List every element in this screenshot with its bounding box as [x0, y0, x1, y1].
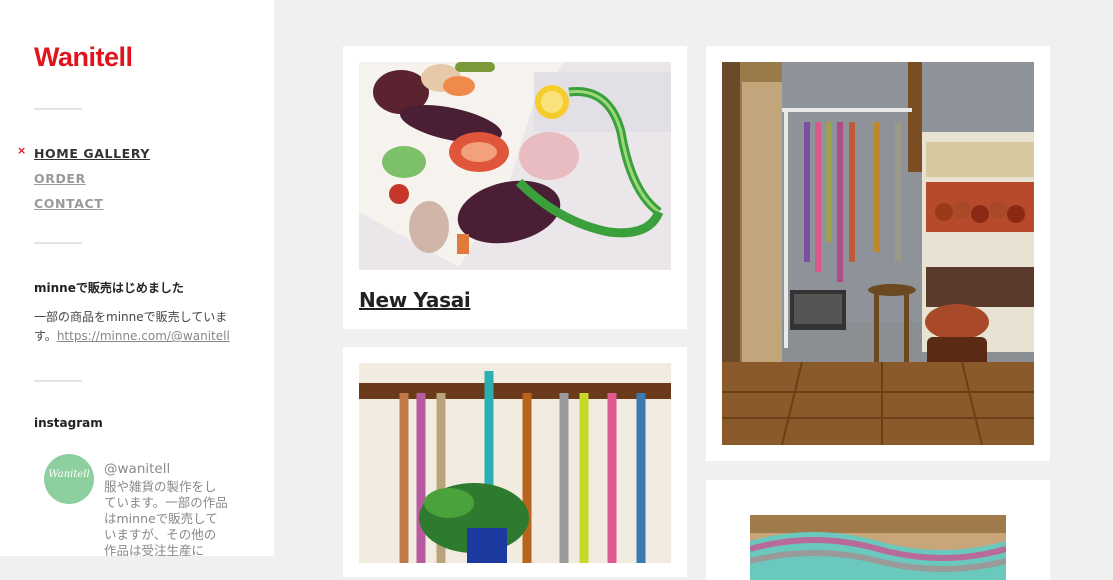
minne-link[interactable]: https://minne.com/@wanitell — [57, 329, 230, 343]
sidebar: Wanitell × HOME GALLERY ORDER CONTACT mi… — [0, 0, 274, 556]
minne-widget-text: 一部の商品をminneで販売しています。https://minne.com/@w… — [34, 308, 244, 346]
nav-link-contact[interactable]: CONTACT — [34, 196, 103, 211]
nav-link-home-gallery[interactable]: HOME GALLERY — [34, 146, 150, 161]
post-title[interactable]: New Yasai — [359, 288, 471, 312]
minne-widget-title: minneで販売はじめました — [34, 281, 184, 295]
post-image[interactable] — [359, 62, 671, 270]
avatar-text: Wanitell — [48, 469, 90, 480]
divider — [34, 380, 82, 382]
active-marker-icon: × — [17, 144, 27, 157]
site-logo[interactable]: Wanitell — [34, 42, 133, 73]
gallery-post: New Yasai — [343, 46, 687, 329]
instagram-handle[interactable]: @wanitell — [104, 461, 170, 477]
gallery-post — [706, 480, 1050, 580]
nav-item-contact: CONTACT — [34, 193, 150, 218]
tote-bag-photo — [359, 62, 671, 270]
nav-link-order[interactable]: ORDER — [34, 171, 86, 186]
gallery-post — [343, 347, 687, 577]
main-nav: × HOME GALLERY ORDER CONTACT — [17, 143, 150, 218]
nav-item-order: ORDER — [34, 168, 150, 193]
nav-item-home-gallery: × HOME GALLERY — [17, 143, 150, 168]
gallery-post — [706, 46, 1050, 461]
macrame-wall-photo — [359, 363, 671, 563]
post-image[interactable] — [750, 515, 1006, 580]
shop-corner-photo — [722, 62, 1034, 445]
divider — [34, 242, 82, 244]
post-image[interactable] — [722, 62, 1034, 445]
macrame-closeup-photo — [750, 515, 1006, 580]
divider — [34, 108, 82, 110]
instagram-bio: 服や雑貨の製作をしています。一部の作品はminneで販売していますが、その他の作… — [104, 479, 228, 556]
instagram-avatar[interactable]: Wanitell — [44, 454, 94, 504]
instagram-widget-title: instagram — [34, 416, 103, 430]
post-image[interactable] — [359, 363, 671, 563]
